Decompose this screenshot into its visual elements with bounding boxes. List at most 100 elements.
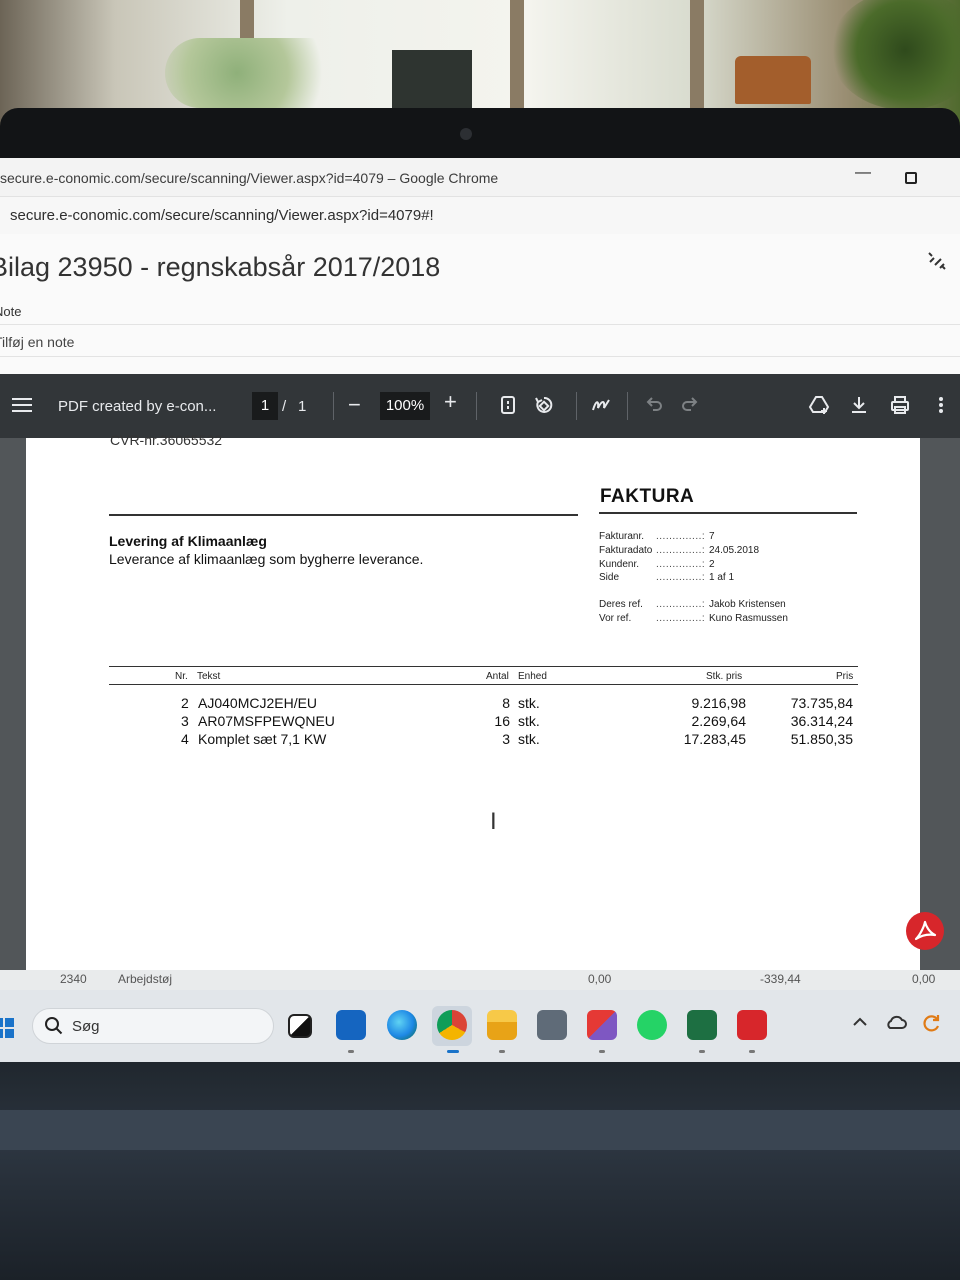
column-header-price: Pris — [836, 671, 854, 682]
search-icon — [44, 1016, 64, 1036]
maximize-button[interactable] — [905, 172, 917, 184]
meta-leader: ..............: — [656, 572, 706, 583]
window-title: secure.e-conomic.com/secure/scanning/Vie… — [0, 170, 499, 186]
line-unit: stk. — [518, 713, 540, 729]
page-title: Bilag 23950 - regnskabsår 2017/2018 — [0, 252, 441, 282]
chrome-icon[interactable] — [437, 1010, 467, 1040]
meta-leader: ..............: — [656, 531, 706, 542]
toolbar-divider — [627, 392, 628, 420]
webcam — [460, 128, 472, 140]
annotate-icon[interactable] — [590, 394, 612, 416]
meta-value: 7 — [709, 531, 715, 542]
underlying-cell: -339,44 — [760, 972, 801, 986]
redo-icon[interactable] — [679, 394, 701, 416]
print-icon[interactable] — [889, 394, 911, 416]
taskbar-search[interactable] — [32, 1008, 274, 1044]
line-nr: 3 — [181, 713, 189, 729]
menu-icon[interactable] — [12, 398, 32, 412]
search-placeholder[interactable]: Søg — [72, 1018, 100, 1035]
line-qty: 3 — [502, 731, 510, 747]
snipping-tool-icon[interactable] — [587, 1010, 617, 1040]
background-lamp — [735, 56, 811, 104]
background-plant — [830, 0, 960, 110]
pdf-filename: PDF created by e-con... — [58, 398, 217, 415]
zoom-input[interactable]: 100% — [380, 392, 430, 420]
meta-label: Fakturanr. — [599, 531, 645, 542]
chevron-up-icon[interactable] — [850, 1012, 880, 1042]
fit-page-icon[interactable] — [497, 394, 519, 416]
acrobat-button[interactable] — [906, 912, 944, 950]
meta-leader: ..............: — [656, 613, 706, 624]
onedrive-icon[interactable] — [884, 1012, 914, 1042]
column-header-qty: Antal — [486, 671, 509, 682]
meta-label: Side — [599, 572, 620, 583]
rotate-icon[interactable] — [533, 394, 555, 416]
zoom-out-button[interactable]: − — [348, 392, 361, 418]
laptop-bezel — [0, 108, 960, 162]
running-indicator — [499, 1050, 505, 1053]
unlink-icon[interactable] — [926, 250, 948, 272]
toolbar-divider — [333, 392, 334, 420]
calculator-icon[interactable] — [537, 1010, 567, 1040]
line-qty: 8 — [502, 695, 510, 711]
meta-label: Vor ref. — [599, 613, 632, 624]
add-note-link[interactable]: Tilføj en note — [0, 334, 74, 350]
meta-label: Kundenr. — [599, 559, 640, 570]
address-bar[interactable]: secure.e-conomic.com/secure/scanning/Vie… — [0, 196, 960, 234]
toolbar-divider — [576, 392, 577, 420]
underlying-cell: 0,00 — [588, 972, 612, 986]
drive-save-icon[interactable] — [808, 394, 830, 416]
download-icon[interactable] — [848, 394, 870, 416]
file-explorer-icon[interactable] — [487, 1010, 517, 1040]
more-options-icon[interactable] — [930, 394, 952, 416]
running-indicator — [749, 1050, 755, 1053]
invoice-subject-description: Leverance af klimaanlæg som bygherre lev… — [109, 551, 424, 567]
line-unit-price: 2.269,64 — [691, 713, 747, 729]
line-price: 73.735,84 — [790, 695, 853, 711]
meta-value: 24.05.2018 — [709, 545, 760, 556]
window-frame — [690, 0, 704, 110]
column-header-unit-price: Stk. pris — [706, 671, 743, 682]
browser-titlebar: secure.e-conomic.com/secure/scanning/Vie… — [0, 158, 960, 196]
meta-label: Fakturadato — [599, 545, 653, 556]
whatsapp-icon[interactable] — [637, 1010, 667, 1040]
line-unit: stk. — [518, 731, 540, 747]
text-cursor-icon: I — [490, 808, 497, 835]
edge-icon[interactable] — [387, 1010, 417, 1040]
laptop-body — [0, 1062, 960, 1280]
taskbar: Søg — [0, 990, 960, 1062]
line-text: Komplet sæt 7,1 KW — [198, 731, 327, 747]
excel-icon[interactable] — [687, 1010, 717, 1040]
line-price: 51.850,35 — [790, 731, 853, 747]
meta-leader: ..............: — [656, 599, 706, 610]
undo-icon[interactable] — [643, 394, 665, 416]
background-greenery — [165, 38, 345, 108]
minimize-button[interactable]: — — [855, 164, 871, 182]
meta-leader: ..............: — [656, 559, 706, 570]
windows-start-icon[interactable] — [0, 1018, 14, 1038]
page-number-input[interactable]: 1 — [252, 392, 278, 420]
page-separator: / — [282, 398, 287, 415]
line-unit-price: 9.216,98 — [691, 695, 747, 711]
line-unit-price: 17.283,45 — [683, 731, 746, 747]
column-header-unit: Enhed — [518, 671, 547, 682]
pdf-toolbar: PDF created by e-con... 1 / 1 − 100% + — [0, 374, 960, 438]
line-unit: stk. — [518, 695, 540, 711]
column-header-text: Tekst — [197, 671, 221, 682]
sync-icon[interactable] — [920, 1012, 950, 1042]
rule — [109, 514, 578, 516]
meta-leader: ..............: — [656, 545, 706, 556]
divider — [0, 324, 960, 325]
underlying-cell: 0,00 — [912, 972, 936, 986]
laptop-screen: secure.e-conomic.com/secure/scanning/Vie… — [0, 158, 960, 1062]
page-total: 1 — [298, 398, 307, 415]
acrobat-icon[interactable] — [737, 1010, 767, 1040]
meta-value: 1 af 1 — [709, 572, 735, 583]
zoom-in-button[interactable]: + — [444, 389, 457, 415]
outlook-icon[interactable] — [336, 1010, 366, 1040]
table-rule — [109, 684, 858, 685]
task-view-icon[interactable] — [288, 1014, 312, 1038]
url-text[interactable]: secure.e-conomic.com/secure/scanning/Vie… — [10, 207, 434, 224]
line-price: 36.314,24 — [790, 713, 853, 729]
tab-note[interactable]: Note — [0, 304, 21, 319]
